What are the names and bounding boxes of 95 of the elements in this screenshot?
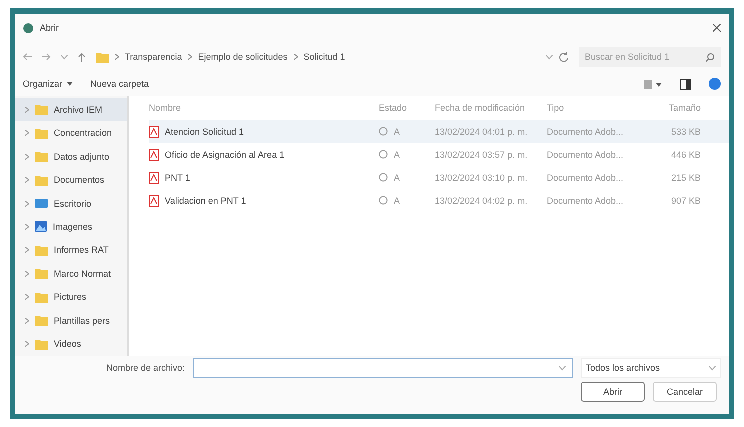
folder-icon xyxy=(35,315,48,326)
preview-pane-icon[interactable] xyxy=(680,78,691,90)
chevron-down-icon xyxy=(709,366,716,370)
chevron-right-icon xyxy=(25,106,29,113)
pdf-file-icon xyxy=(149,194,159,206)
desktop-icon xyxy=(35,198,48,210)
pdf-file-icon xyxy=(149,172,159,184)
sync-status-icon xyxy=(379,196,388,205)
search-icon xyxy=(706,52,715,62)
breadcrumb-item[interactable]: Transparencia xyxy=(125,52,182,62)
image-icon xyxy=(35,221,47,232)
file-row[interactable]: Validacion en PNT 1 A 13/02/2024 04:02 p. m. Documento Adob... 907 KB xyxy=(149,189,729,212)
breadcrumb-item[interactable]: Solicitud 1 xyxy=(304,52,346,62)
folder-icon xyxy=(35,244,48,256)
folder-icon xyxy=(96,52,109,62)
cancel-button[interactable]: Cancelar xyxy=(653,382,717,402)
size-cell-text: 907 KB xyxy=(670,196,701,206)
file-row[interactable]: PNT 1 A 13/02/2024 03:10 p. m. Documento Adob... 215 KB xyxy=(149,166,729,189)
back-arrow-icon[interactable] xyxy=(23,53,32,61)
sidebar-item[interactable]: Documentos xyxy=(15,168,127,192)
chevron-down-icon[interactable] xyxy=(546,54,553,60)
date-cell-text: 13/02/2024 04:01 p. m. xyxy=(435,126,529,136)
chevron-down-icon xyxy=(559,366,566,370)
folder-icon xyxy=(35,268,48,280)
folder-icon xyxy=(35,338,48,350)
status-text: A xyxy=(394,172,400,182)
breadcrumb-item[interactable]: Ejemplo de solicitudes xyxy=(198,52,288,62)
refresh-icon[interactable] xyxy=(559,52,569,62)
type-cell-text: Documento Adob... xyxy=(547,196,625,206)
sidebar-item[interactable]: Archivo IEM xyxy=(15,98,127,122)
status-text: A xyxy=(394,196,400,206)
chevron-right-icon xyxy=(25,247,29,254)
caret-icon xyxy=(66,82,73,86)
close-icon[interactable] xyxy=(713,24,721,32)
chevron-right-icon xyxy=(25,341,29,348)
new-folder-button[interactable]: Nueva carpeta xyxy=(90,79,150,89)
forward-arrow-icon[interactable] xyxy=(42,53,51,61)
file-name: PNT 1 xyxy=(165,172,190,182)
sync-status-icon xyxy=(379,173,388,182)
date-cell-text: 13/02/2024 03:10 p. m. xyxy=(435,172,529,182)
type-cell-text: Documento Adob... xyxy=(547,126,625,136)
app-icon xyxy=(23,22,34,34)
chevron-right-icon xyxy=(25,154,29,160)
chevron-right-icon xyxy=(25,177,29,184)
date-cell-text: 13/02/2024 03:57 p. m. xyxy=(435,150,529,160)
filename-field[interactable] xyxy=(193,358,573,378)
up-arrow-icon[interactable] xyxy=(78,52,86,62)
file-name: Oficio de Asignación al Area 1 xyxy=(165,150,285,160)
size-cell-text: 446 KB xyxy=(670,150,701,160)
chevron-right-icon xyxy=(25,224,29,230)
sidebar-item[interactable]: Pictures xyxy=(15,286,127,310)
sidebar-item[interactable]: Informes RAT xyxy=(15,238,127,262)
pdf-file-icon xyxy=(149,126,159,138)
folder-icon xyxy=(35,151,48,162)
type-cell-text: Documento Adob... xyxy=(547,172,625,182)
open-button[interactable]: Abrir xyxy=(581,382,645,402)
help-icon[interactable] xyxy=(709,78,721,90)
size-cell-text: 215 KB xyxy=(670,172,701,182)
sidebar-item[interactable]: Datos adjunto xyxy=(15,144,127,168)
sidebar-item[interactable]: Plantillas pers xyxy=(15,309,127,333)
folder-icon xyxy=(35,104,48,116)
sidebar-item[interactable]: Concentracion xyxy=(15,121,127,145)
view-options-icon[interactable] xyxy=(644,80,662,88)
sync-status-icon xyxy=(379,127,388,136)
status-text: A xyxy=(394,126,400,136)
size-cell-text: 533 KB xyxy=(670,126,701,136)
sidebar-item[interactable]: Escritorio xyxy=(15,192,127,216)
status-text: A xyxy=(394,150,400,160)
chevron-right-icon xyxy=(115,54,119,60)
window-title: Abrir xyxy=(40,23,60,33)
chevron-right-icon xyxy=(25,200,29,207)
file-name: Validacion en PNT 1 xyxy=(165,196,246,206)
chevron-down-icon[interactable] xyxy=(61,54,68,60)
pdf-file-icon xyxy=(149,148,159,160)
date-cell-text: 13/02/2024 04:02 p. m. xyxy=(435,196,529,206)
folder-icon xyxy=(35,174,48,186)
sync-status-icon xyxy=(379,150,388,159)
chevron-right-icon xyxy=(294,54,298,60)
file-name: Atencion Solicitud 1 xyxy=(165,126,244,136)
filename-label: Nombre de archivo: xyxy=(106,363,185,373)
sidebar-item[interactable]: Videos xyxy=(15,332,127,356)
sidebar-item[interactable]: Imagenes xyxy=(15,215,127,239)
file-type-dropdown[interactable]: Todos los archivos xyxy=(581,358,721,378)
chevron-right-icon xyxy=(25,318,29,324)
file-row[interactable]: Oficio de Asignación al Area 1 A 13/02/2024 03:57 p. m. Documento Adob... 446 KB xyxy=(149,143,729,166)
sidebar-item[interactable]: Marco Normat xyxy=(15,262,127,286)
chevron-right-icon xyxy=(25,294,29,300)
chevron-right-icon xyxy=(25,130,29,136)
folder-icon xyxy=(35,292,48,303)
chevron-right-icon xyxy=(188,54,192,60)
folder-icon xyxy=(35,128,48,139)
organize-menu[interactable]: Organizar xyxy=(23,79,73,89)
chevron-right-icon xyxy=(25,270,29,277)
file-row[interactable]: Atencion Solicitud 1 A 13/02/2024 04:01 p. m. Documento Adob... 533 KB xyxy=(149,120,729,143)
type-cell-text: Documento Adob... xyxy=(547,150,625,160)
